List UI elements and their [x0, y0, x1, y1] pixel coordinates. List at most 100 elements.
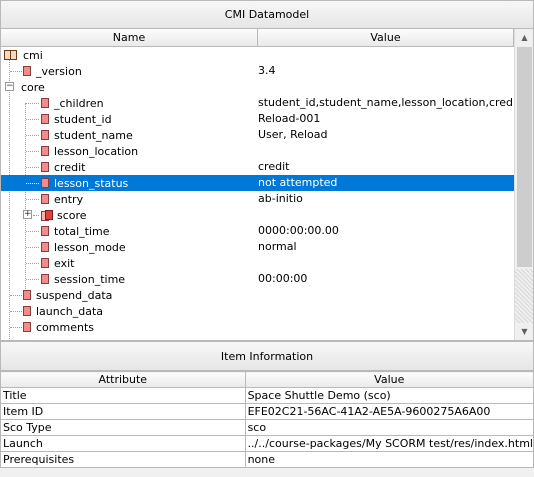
tree-row-value [258, 303, 513, 319]
value-cell: sco [244, 419, 534, 436]
tree-row-value [258, 287, 513, 303]
tree-row-launch-data[interactable]: launch_data [1, 303, 514, 319]
tree-row-value [258, 319, 513, 335]
item-information-title: Item Information [0, 341, 534, 371]
tree-row-value: Reload-001 [258, 112, 321, 125]
element-icon [23, 66, 31, 76]
attribute-cell: Launch [0, 435, 246, 452]
tree-row-exit[interactable]: exit [1, 255, 514, 271]
table-row[interactable]: Prerequisites none [0, 451, 534, 468]
tree-row-label: total_time [54, 224, 110, 238]
item-information-title-text: Item Information [220, 349, 314, 363]
tree-row-session-time[interactable]: session_time 00:00:00 [1, 271, 514, 287]
tree-row-value: 00:00:00 [258, 272, 308, 285]
tree-row-label: comments [36, 320, 94, 334]
tree-row-label: lesson_mode [54, 240, 126, 254]
tree-row-core[interactable]: − core [1, 79, 514, 95]
tree-row-value: not attempted [258, 176, 338, 189]
element-icon [41, 274, 49, 284]
scroll-up-arrow-icon[interactable]: ▲ [515, 29, 533, 46]
tree-row-label: _version [36, 64, 82, 78]
tree-row-value [258, 143, 513, 159]
tree-row-cmi[interactable]: cmi [1, 47, 514, 63]
name-column-header[interactable]: Name [1, 29, 258, 47]
tree-row-lesson-status[interactable]: lesson_status not attempted [1, 175, 514, 191]
attribute-column-header[interactable]: Attribute [0, 371, 246, 388]
tree-row-label: exit [54, 256, 75, 270]
element-icon [23, 322, 31, 332]
tree-row-label: student_id [54, 112, 112, 126]
tree-row-total-time[interactable]: total_time 0000:00:00.00 [1, 223, 514, 239]
tree-row-value [258, 255, 513, 271]
element-icon [41, 114, 49, 124]
element-icon [23, 306, 31, 316]
element-icon [41, 178, 49, 188]
tree-row-label: entry [54, 192, 84, 206]
tree-row-value: ab-initio [258, 192, 303, 205]
tree-row-label: lesson_location [54, 144, 139, 158]
tree-row-suspend-data[interactable]: suspend_data [1, 287, 514, 303]
tree-row-label: launch_data [36, 304, 104, 318]
tree-row-lesson-location[interactable]: lesson_location [1, 143, 514, 159]
element-icon [41, 226, 49, 236]
expand-icon[interactable]: + [23, 210, 32, 219]
attribute-cell: Title [0, 387, 246, 404]
book-icon [4, 49, 18, 61]
cmi-datamodel-title: CMI Datamodel [0, 0, 534, 29]
tree-row-label: _children [54, 96, 104, 110]
tree-row-value: student_id,student_name,lesson_location,… [258, 96, 513, 109]
table-row[interactable]: Sco Type sco [0, 419, 534, 436]
value-cell: ../../course-packages/My SCORM test/res/… [244, 435, 534, 452]
value-column-header[interactable]: Value [244, 371, 534, 388]
value-column-header-label: Value [370, 31, 401, 44]
tree-row-label: student_name [54, 128, 133, 142]
tree-row-value: normal [258, 240, 297, 253]
element-icon [41, 98, 49, 108]
tree-rows: cmi _version 3.4 − core _children studen… [1, 47, 514, 340]
name-column-header-label: Name [112, 31, 146, 44]
tree-row-value: 0000:00:00.00 [258, 224, 339, 237]
tree-row-score[interactable]: + score [1, 207, 514, 223]
value-cell: Space Shuttle Demo (sco) [244, 387, 534, 404]
tree-row-label: credit [54, 160, 86, 174]
collapse-icon[interactable]: − [5, 82, 14, 91]
value-column-header[interactable]: Value [258, 29, 514, 47]
tree-row-lesson-mode[interactable]: lesson_mode normal [1, 239, 514, 255]
tree-row-entry[interactable]: entry ab-initio [1, 191, 514, 207]
tree-row-children[interactable]: _children student_id,student_name,lesson… [1, 95, 514, 111]
tree-row-value: credit [258, 160, 290, 173]
tree-row-student-name[interactable]: student_name User, Reload [1, 127, 514, 143]
value-cell: none [244, 451, 534, 468]
tree-row-label: core [21, 80, 45, 94]
value-cell: EFE02C21-56AC-41A2-AE5A-9600275A6A00 [244, 403, 534, 420]
attribute-cell: Sco Type [0, 419, 246, 436]
element-icon [23, 290, 31, 300]
scrollbar-track[interactable] [515, 269, 533, 323]
element-icon [41, 242, 49, 252]
table-row[interactable]: Item ID EFE02C21-56AC-41A2-AE5A-9600275A… [0, 403, 534, 420]
scroll-down-arrow-icon[interactable]: ▼ [515, 323, 533, 340]
table-row[interactable]: Title Space Shuttle Demo (sco) [0, 387, 534, 404]
tree-row-value: 3.4 [258, 64, 276, 77]
element-icon [41, 194, 49, 204]
element-icon [41, 258, 49, 268]
scrollbar-thumb[interactable] [517, 47, 532, 267]
tree-row-student-id[interactable]: student_id Reload-001 [1, 111, 514, 127]
element-icon [41, 146, 49, 156]
table-row[interactable]: Launch ../../course-packages/My SCORM te… [0, 435, 534, 452]
attribute-cell: Item ID [0, 403, 246, 420]
element-icon [41, 130, 49, 140]
tree-row-label: session_time [54, 272, 126, 286]
attribute-cell: Prerequisites [0, 451, 246, 468]
tree-row-value: User, Reload [258, 128, 328, 141]
tree-row-comments[interactable]: comments [1, 319, 514, 335]
tree-row-label: lesson_status [54, 176, 129, 190]
tree-row-credit[interactable]: credit credit [1, 159, 514, 175]
tree-row-label: suspend_data [36, 288, 113, 302]
tree-row-label: cmi [23, 48, 43, 62]
tree-row-version[interactable]: _version 3.4 [1, 63, 514, 79]
vertical-scrollbar[interactable]: ▲ ▼ [514, 29, 533, 340]
cmi-datamodel-title-text: CMI Datamodel [224, 8, 310, 21]
datamodel-tree[interactable]: Name Value cmi _version 3.4 − core _chil… [0, 29, 534, 341]
element-icon [41, 162, 49, 172]
